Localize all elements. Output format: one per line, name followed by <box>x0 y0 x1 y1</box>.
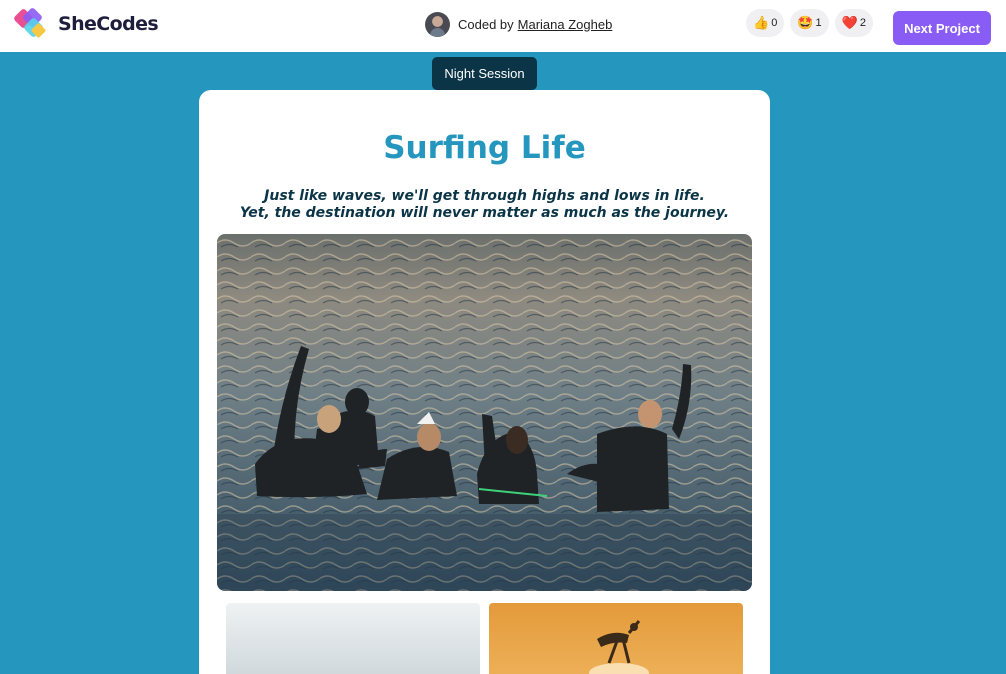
reaction-count: 2 <box>859 17 866 29</box>
brand-logo[interactable]: SheCodes <box>12 4 159 44</box>
thumbs-up-icon: 👍 <box>753 15 770 30</box>
reaction-heart[interactable]: ❤️ 2 <box>834 9 873 37</box>
author-link[interactable]: Mariana Zogheb <box>518 17 613 32</box>
misty-sea-image <box>226 603 480 674</box>
page-title: Surfing Life <box>383 130 586 166</box>
reaction-count: 1 <box>815 17 822 29</box>
next-project-button[interactable]: Next Project <box>893 11 991 45</box>
hero-photo <box>217 234 752 591</box>
surfers-photo-image <box>217 234 752 591</box>
coded-by-label: Coded by <box>458 16 514 32</box>
quote-line-1: Just like waves, we'll get through highs… <box>264 188 705 204</box>
reaction-star-struck[interactable]: 🤩 1 <box>790 9 829 37</box>
brand-name: SheCodes <box>58 13 159 35</box>
sunset-surfer-photo <box>489 603 743 674</box>
star-struck-icon: 🤩 <box>797 15 814 30</box>
author-avatar <box>425 11 450 37</box>
content-card: Surfing Life Just like waves, we'll get … <box>199 90 770 674</box>
reaction-count: 0 <box>771 17 778 29</box>
quote-line-2: Yet, the destination will never matter a… <box>239 205 730 221</box>
reaction-thumbs-up[interactable]: 👍 0 <box>746 9 785 37</box>
reactions: 👍 0 🤩 1 ❤️ 2 <box>746 9 879 37</box>
sunset-surfer-image <box>489 603 743 674</box>
quote: Just like waves, we'll get through highs… <box>199 188 770 222</box>
shecodes-logo-icon <box>14 8 46 38</box>
coded-by: Coded by Mariana Zogheb <box>425 11 612 37</box>
misty-sea-photo <box>226 603 480 674</box>
heart-icon: ❤️ <box>841 15 858 30</box>
night-session-button[interactable]: Night Session <box>432 57 537 90</box>
top-bar: SheCodes Coded by Mariana Zogheb 👍 0 🤩 1… <box>0 0 1006 52</box>
